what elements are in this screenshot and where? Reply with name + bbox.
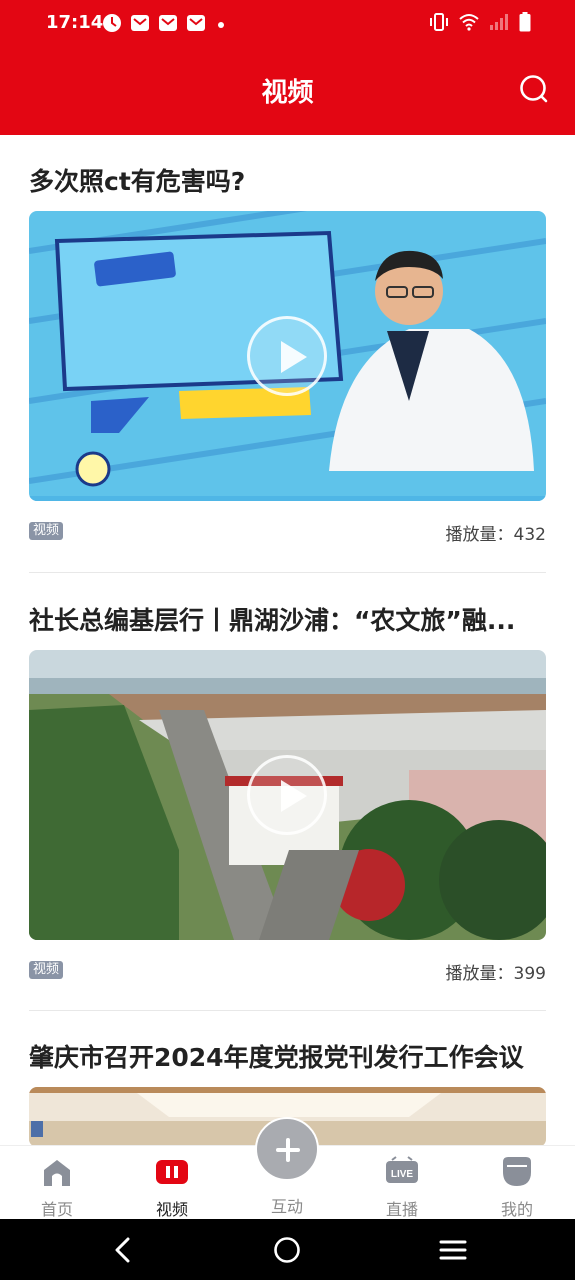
play-count: 播放量：399 <box>445 964 546 984</box>
app-header: 17:14 视频 <box>0 0 575 135</box>
feed-item[interactable]: 肇庆市召开2024年度党报党刊发行工作会议 <box>29 1041 546 1145</box>
battery-icon <box>519 12 531 36</box>
divider <box>29 572 546 573</box>
system-icons <box>429 12 531 36</box>
feed-item[interactable]: 社长总编基层行丨鼎湖沙浦：“农文旅”融... 视频 播放量：399 <box>29 604 546 984</box>
menu-icon[interactable] <box>439 1238 467 1262</box>
tab-home[interactable]: 首页 <box>17 1156 97 1220</box>
live-icon: LIVE <box>386 1156 418 1183</box>
dnd-icon <box>102 13 122 37</box>
video-thumbnail[interactable] <box>29 650 546 940</box>
mail-icon <box>186 13 206 37</box>
profile-icon <box>503 1157 531 1186</box>
interact-button[interactable] <box>255 1117 319 1181</box>
feed-item[interactable]: 多次照ct有危害吗? 视频 播放量：432 <box>29 165 546 545</box>
dot-icon <box>218 22 224 28</box>
mail-icon <box>130 13 150 37</box>
wifi-icon <box>459 13 479 35</box>
play-count: 播放量：432 <box>445 525 546 545</box>
video-tag: 视频 <box>29 961 64 979</box>
signal-icon <box>489 13 509 35</box>
tab-label: 我的 <box>500 1200 533 1219</box>
tab-label: 视频 <box>155 1200 188 1219</box>
back-icon[interactable] <box>110 1236 134 1264</box>
video-tag: 视频 <box>29 522 64 540</box>
system-nav-bar <box>0 1219 575 1280</box>
divider <box>29 1010 546 1011</box>
tab-live[interactable]: LIVE 直播 <box>362 1156 442 1220</box>
article-title[interactable]: 肇庆市召开2024年度党报党刊发行工作会议 <box>29 1041 546 1075</box>
article-title[interactable]: 多次照ct有危害吗? <box>29 165 546 199</box>
svg-text:LIVE: LIVE <box>391 1169 414 1180</box>
play-icon[interactable] <box>247 316 327 396</box>
status-bar: 17:14 <box>0 0 575 46</box>
search-button[interactable] <box>519 74 549 104</box>
video-icon <box>156 1160 188 1184</box>
video-thumbnail[interactable] <box>29 211 546 501</box>
home-icon <box>44 1160 70 1186</box>
tab-label: 直播 <box>385 1200 418 1219</box>
search-icon <box>520 75 548 103</box>
home-circle-icon[interactable] <box>273 1236 301 1264</box>
tab-video[interactable]: 视频 <box>132 1156 212 1220</box>
play-icon[interactable] <box>247 755 327 835</box>
vibrate-icon <box>429 13 449 35</box>
notification-icons <box>102 13 224 37</box>
article-title[interactable]: 社长总编基层行丨鼎湖沙浦：“农文旅”融... <box>29 604 546 638</box>
tab-label: 首页 <box>40 1200 73 1219</box>
status-time: 17:14 <box>46 12 104 33</box>
mail-icon <box>158 13 178 37</box>
video-feed[interactable]: 多次照ct有危害吗? 视频 播放量：432 社长总编基层行丨鼎湖沙浦：“农文旅”… <box>0 135 575 1145</box>
tab-profile[interactable]: 我的 <box>477 1156 557 1220</box>
tab-interact-label[interactable]: 互动 <box>247 1193 327 1217</box>
page-title: 视频 <box>261 78 314 108</box>
